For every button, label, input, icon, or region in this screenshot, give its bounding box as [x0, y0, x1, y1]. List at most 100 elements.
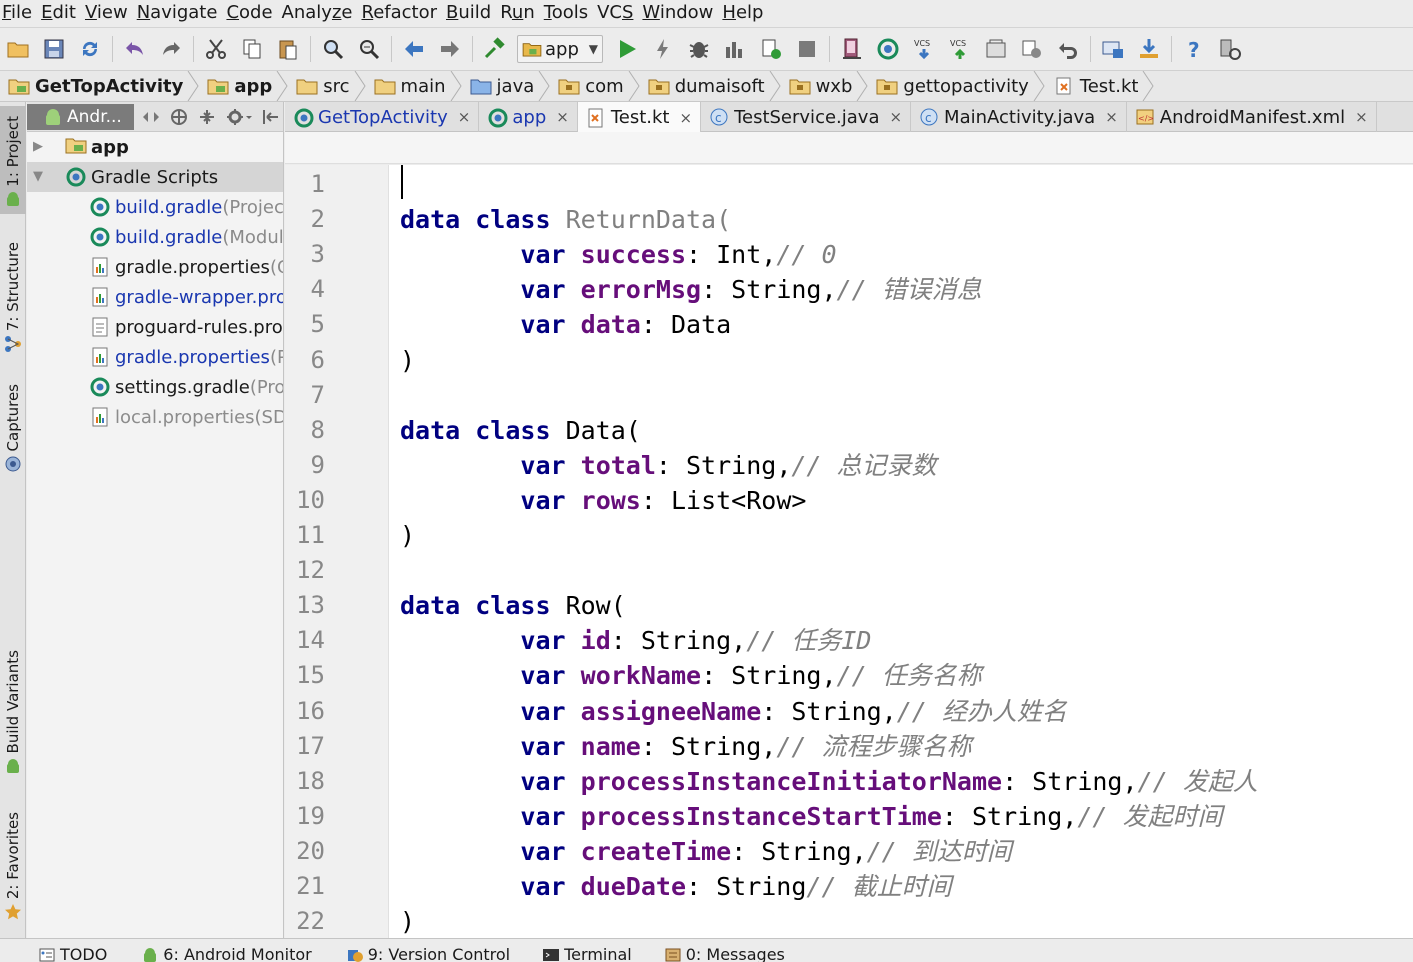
tree-item-gradle-properties-global[interactable]: gradle.properties (P	[27, 342, 283, 372]
run-configuration-select[interactable]: app ▼	[517, 35, 603, 63]
breadcrumb-item[interactable]: src	[296, 70, 373, 102]
svg-text:VCS: VCS	[914, 39, 930, 48]
breadcrumb-item[interactable]: dumaisoft	[648, 70, 789, 102]
scroll-to-source-icon[interactable]	[140, 106, 162, 128]
breadcrumb-item[interactable]: com	[558, 70, 647, 102]
close-icon[interactable]: ×	[556, 108, 569, 126]
attach-debugger-icon[interactable]	[757, 35, 785, 63]
help-icon[interactable]: ?	[1180, 35, 1208, 63]
tab-get-top-activity[interactable]: GetTopActivity ×	[285, 102, 480, 132]
replace-icon[interactable]	[355, 35, 383, 63]
tab-main-activity-java[interactable]: c MainActivity.java ×	[911, 102, 1127, 132]
menu-tools[interactable]: Tools	[541, 2, 594, 24]
close-icon[interactable]: ×	[1105, 108, 1118, 126]
breadcrumb-item[interactable]: app	[207, 70, 296, 102]
expand-arrow-icon[interactable]: ▶	[33, 139, 49, 155]
collapse-arrow-icon[interactable]: ▼	[33, 169, 49, 185]
tree-item-build-gradle-module[interactable]: build.gradle (Modul	[27, 222, 283, 252]
menu-refactor[interactable]: Refactor	[358, 2, 443, 24]
close-icon[interactable]: ×	[889, 108, 902, 126]
menu-vcs[interactable]: VCS	[594, 2, 639, 24]
close-icon[interactable]: ×	[458, 108, 471, 126]
project-view-selector[interactable]: Andr...	[27, 103, 134, 130]
vcs-push-icon[interactable]: VCS	[946, 35, 974, 63]
tree-item-gradle-properties[interactable]: gradle.properties (G	[27, 252, 283, 282]
tree-item-settings-gradle[interactable]: settings.gradle (Proj	[27, 372, 283, 402]
avd-manager-icon[interactable]	[838, 35, 866, 63]
tree-item-local-properties[interactable]: local.properties (SDI	[27, 402, 283, 432]
paste-icon[interactable]	[274, 35, 302, 63]
find-icon[interactable]	[319, 35, 347, 63]
tab-app[interactable]: app ×	[479, 102, 578, 132]
cut-icon[interactable]	[202, 35, 230, 63]
collapse-all-icon[interactable]	[196, 106, 218, 128]
toolbar-separator	[391, 36, 392, 62]
profile-icon[interactable]	[721, 35, 749, 63]
project-structure-icon[interactable]	[1099, 35, 1127, 63]
terminal-tool-tab[interactable]: Terminal	[542, 945, 632, 962]
breadcrumb-item[interactable]: Test.kt	[1053, 70, 1163, 102]
favorites-tool-tab[interactable]: 2: Favorites	[0, 812, 26, 926]
make-project-icon[interactable]	[481, 35, 509, 63]
menu-code[interactable]: Code	[223, 2, 278, 24]
breadcrumb-item[interactable]: main	[374, 70, 470, 102]
toolbar-separator	[1090, 36, 1091, 62]
code-editor[interactable]: data class ReturnData( var success: Int,…	[389, 165, 1413, 938]
tab-test-service-java[interactable]: c TestService.java ×	[701, 102, 912, 132]
project-tool-tab[interactable]: 1: Project	[0, 106, 26, 214]
close-icon[interactable]: ×	[679, 109, 692, 127]
menu-view[interactable]: View	[82, 2, 134, 24]
stop-icon[interactable]	[793, 35, 821, 63]
debug-icon[interactable]	[685, 35, 713, 63]
tree-item-gradle-wrapper-properties[interactable]: gradle-wrapper.prop	[27, 282, 283, 312]
back-icon[interactable]	[400, 35, 428, 63]
sync-icon[interactable]	[76, 35, 104, 63]
breadcrumb-item[interactable]: gettopactivity	[876, 70, 1052, 102]
vcs-update-icon[interactable]	[874, 35, 902, 63]
messages-tool-tab[interactable]: 0: Messages	[664, 945, 785, 962]
tab-android-manifest-xml[interactable]: </> AndroidManifest.xml ×	[1127, 102, 1377, 132]
breadcrumb-item[interactable]: wxb	[789, 70, 877, 102]
redo-icon[interactable]	[157, 35, 185, 63]
captures-tool-tab[interactable]: Captures	[0, 384, 26, 480]
menu-navigate[interactable]: Navigate	[134, 2, 224, 24]
hide-panel-icon[interactable]	[260, 106, 282, 128]
breadcrumb-item[interactable]: java	[470, 70, 559, 102]
menu-window[interactable]: Window	[639, 2, 719, 24]
forward-icon[interactable]	[436, 35, 464, 63]
vcs-compare-icon[interactable]	[1018, 35, 1046, 63]
gear-icon[interactable]	[224, 106, 254, 128]
build-variants-tool-tab[interactable]: Build Variants	[0, 650, 26, 782]
version-control-tool-tab[interactable]: 9: Version Control	[346, 945, 510, 962]
code-text: : String,	[941, 801, 1078, 831]
todo-tool-tab[interactable]: TODO	[38, 945, 107, 962]
tab-test-kt[interactable]: Test.kt ×	[577, 102, 702, 133]
structure-tool-tab[interactable]: 7: Structure	[0, 242, 26, 358]
android-monitor-tool-tab[interactable]: 6: Android Monitor	[141, 945, 312, 962]
code-text: ReturnData(	[565, 205, 732, 235]
apply-changes-icon[interactable]	[649, 35, 677, 63]
save-all-icon[interactable]	[40, 35, 68, 63]
menu-build[interactable]: Build	[443, 2, 497, 24]
revert-icon[interactable]	[1054, 35, 1082, 63]
autoscroll-icon[interactable]	[168, 106, 190, 128]
tree-item-gradle-scripts[interactable]: ▼ Gradle Scripts	[27, 162, 283, 192]
open-folder-icon[interactable]	[4, 35, 32, 63]
menu-analyze[interactable]: Analyze	[279, 2, 359, 24]
tree-item-app[interactable]: ▶ app	[27, 132, 283, 162]
copy-icon[interactable]	[238, 35, 266, 63]
menu-edit[interactable]: Edit	[38, 2, 82, 24]
tree-item-proguard-rules[interactable]: proguard-rules.pro (	[27, 312, 283, 342]
sdk-manager-icon[interactable]	[1135, 35, 1163, 63]
run-icon[interactable]	[613, 35, 641, 63]
menu-run[interactable]: Run	[497, 2, 541, 24]
tree-item-build-gradle-project[interactable]: build.gradle (Project	[27, 192, 283, 222]
close-icon[interactable]: ×	[1355, 108, 1368, 126]
vcs-history-icon[interactable]	[982, 35, 1010, 63]
device-monitor-icon[interactable]	[1216, 35, 1244, 63]
menu-help[interactable]: Help	[719, 2, 769, 24]
menu-file[interactable]: File	[0, 2, 38, 24]
undo-icon[interactable]	[121, 35, 149, 63]
breadcrumb-item[interactable]: GetTopActivity	[8, 70, 207, 102]
vcs-pull-icon[interactable]: VCS	[910, 35, 938, 63]
